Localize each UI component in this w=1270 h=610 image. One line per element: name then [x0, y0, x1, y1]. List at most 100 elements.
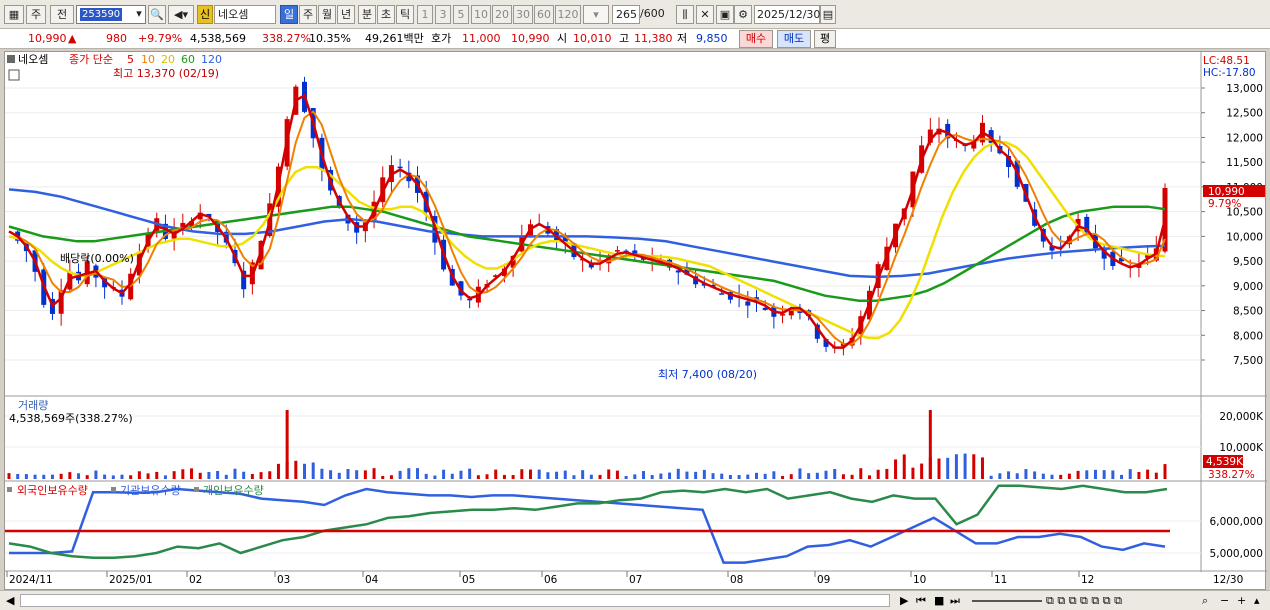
stock-code-value: 253590	[80, 8, 123, 21]
layout-icons[interactable]: ⧉ ⧉ ⧉ ⧉ ⧉ ⧉ ⧉	[1046, 594, 1122, 607]
quote-bar: 10,990 ▲ 980 +9.79% 4,538,569 338.27% 10…	[0, 29, 1270, 49]
price-tick-label: 11,500	[1226, 157, 1263, 169]
zoom-slider[interactable]	[972, 600, 1042, 602]
volume-bar	[1120, 474, 1124, 479]
interval-30[interactable]: 30	[513, 5, 533, 24]
interval-3[interactable]: 3	[435, 5, 451, 24]
legend-inst: 기관보유수량	[120, 484, 181, 497]
chevron-down-icon[interactable]: ▾	[132, 5, 146, 24]
first-icon[interactable]: ⏮	[916, 594, 926, 607]
interval-60[interactable]: 60	[534, 5, 554, 24]
volume-bar	[1059, 474, 1063, 479]
volume-bar	[694, 471, 698, 479]
volume-bar	[224, 474, 228, 479]
crosshair-icon[interactable]: ✕	[696, 5, 714, 24]
volume-bar	[807, 473, 811, 479]
legend-bullet-inst	[111, 487, 116, 492]
volume-bar	[1024, 469, 1028, 479]
volume-bars	[7, 410, 1167, 479]
period-week[interactable]: 주	[299, 5, 317, 24]
date-label: 10	[913, 574, 926, 586]
volume-bar	[867, 475, 871, 479]
minus-icon[interactable]: −	[1220, 594, 1229, 607]
stop-icon[interactable]: ■	[934, 594, 944, 607]
date-label-last: 12/30	[1213, 574, 1243, 586]
ma20-line	[8, 141, 1166, 339]
toolbar: ▦ 주 전 253590 ▾ 🔍 ◀▾ 신 네오셈 일 주 월 년 분 초 틱 …	[0, 0, 1270, 29]
plus-icon[interactable]: +	[1237, 594, 1246, 607]
date-label: 09	[817, 574, 830, 586]
period-month[interactable]: 월	[318, 5, 336, 24]
grid-menu-icon[interactable]: ▦	[4, 5, 24, 24]
next-icon[interactable]: ⏭	[950, 594, 960, 607]
search-icon[interactable]: 🔍	[148, 5, 166, 24]
calendar-icon[interactable]: ▤	[820, 5, 836, 24]
volume-bar	[980, 457, 984, 479]
volume-bar	[798, 468, 802, 479]
tab-prev[interactable]: 전	[50, 5, 74, 24]
volume-bar	[972, 454, 976, 479]
volume-tag-text: 4,539K	[1206, 456, 1244, 468]
date-field[interactable]: 2025/12/30	[754, 5, 820, 24]
volume-bar	[320, 468, 324, 479]
price-tick-label: 8,500	[1233, 306, 1263, 318]
lc-label: LC:48.51	[1203, 55, 1250, 67]
volume-bar	[207, 471, 211, 479]
legend-stock-name: 네오셈	[18, 53, 48, 66]
period-day[interactable]: 일	[280, 5, 298, 24]
gear-icon[interactable]: ⚙	[734, 5, 752, 24]
sell-button[interactable]: 매도	[777, 30, 811, 48]
high-price: 11,380	[634, 32, 673, 45]
period-tick[interactable]: 틱	[396, 5, 414, 24]
volume-bar	[242, 471, 246, 479]
date-label: 11	[994, 574, 1007, 586]
scroll-left-icon[interactable]: ◀	[6, 594, 14, 607]
buy-button[interactable]: 매수	[739, 30, 773, 48]
date-label: 08	[730, 574, 743, 586]
speaker-icon[interactable]: ◀▾	[168, 5, 194, 24]
candle-body	[745, 301, 751, 306]
legend-ma5: 5	[127, 53, 134, 66]
price-tick-label: 9,500	[1233, 256, 1263, 268]
scroll-right-icon[interactable]: ▶	[900, 594, 908, 607]
price-tick-label: 8,000	[1233, 330, 1263, 342]
date-label: 2025/01	[109, 574, 153, 586]
volume-bar	[1111, 470, 1115, 479]
zoom-icon[interactable]: ⌕	[1202, 594, 1208, 607]
period-minute[interactable]: 분	[358, 5, 376, 24]
interval-5[interactable]: 5	[453, 5, 469, 24]
volume-bar	[537, 469, 541, 479]
volume-bar	[772, 471, 776, 479]
volume-bar	[155, 471, 159, 479]
volume-bar	[659, 473, 663, 479]
interval-20[interactable]: 20	[492, 5, 512, 24]
interval-1[interactable]: 1	[417, 5, 433, 24]
stock-chart[interactable]: 13,00012,50012,00011,50011,00010,50010,0…	[5, 52, 1267, 591]
period-year[interactable]: 년	[337, 5, 355, 24]
volume-bar	[468, 468, 472, 479]
tab-week[interactable]: 주	[26, 5, 46, 24]
count-input[interactable]: 265	[612, 5, 640, 24]
volume-bar	[1137, 471, 1141, 479]
holding-tick-label: 6,000,000	[1210, 516, 1263, 528]
volume-bar	[1154, 472, 1158, 479]
price-ticks: 13,00012,50012,00011,50011,00010,50010,0…	[1201, 83, 1264, 560]
volume-bar	[650, 475, 654, 479]
avg-button[interactable]: 평	[814, 30, 836, 48]
bottom-bar: ◀ ▶ ⏮ ■ ⏭ ⧉ ⧉ ⧉ ⧉ ⧉ ⧉ ⧉ ⌕ − + ▴	[0, 590, 1270, 610]
chart-panel[interactable]: 13,00012,50012,00011,50011,00010,50010,0…	[4, 51, 1267, 591]
table-icon[interactable]	[8, 69, 20, 81]
stock-name-field[interactable]: 네오셈	[214, 5, 276, 24]
interval-10[interactable]: 10	[471, 5, 491, 24]
menu-icon[interactable]	[7, 55, 15, 63]
scrollbar-track[interactable]	[20, 594, 890, 607]
expand-icon[interactable]: ▴	[1254, 594, 1260, 607]
period-second[interactable]: 초	[377, 5, 395, 24]
interval-dropdown[interactable]: ▾	[583, 5, 609, 24]
volume-bar	[954, 454, 958, 479]
candle-icon[interactable]: ⫼	[676, 5, 694, 24]
volume-bar	[1067, 473, 1071, 479]
interval-120[interactable]: 120	[555, 5, 581, 24]
volume-bar	[946, 457, 950, 479]
save-icon[interactable]: ▣	[716, 5, 734, 24]
